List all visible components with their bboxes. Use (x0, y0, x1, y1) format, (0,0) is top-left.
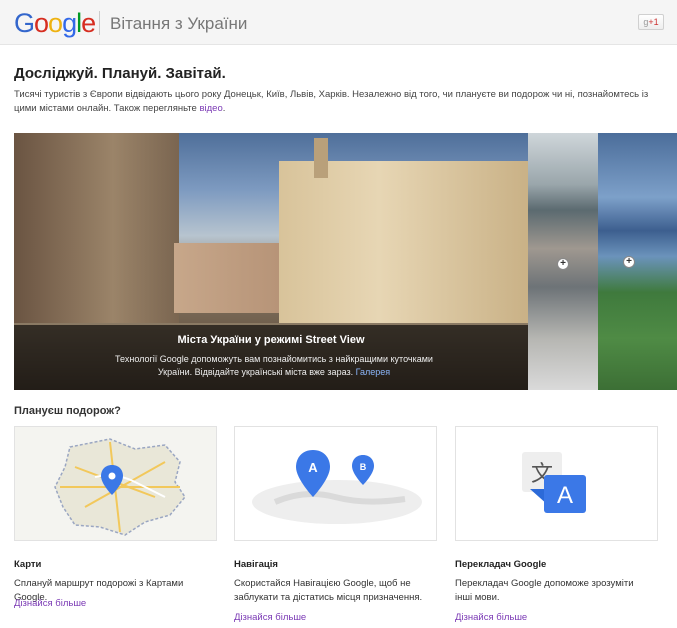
maps-card-image[interactable] (14, 426, 217, 541)
expand-plus-icon[interactable]: + (557, 258, 569, 270)
translate-learn-more-link[interactable]: Дізнайся більше (455, 612, 527, 623)
gallery-link[interactable]: Галерея (356, 367, 391, 377)
translate-card-image[interactable]: 文 A (455, 426, 658, 541)
streetview-thumbnail-stadium-1[interactable]: + (528, 133, 598, 390)
streetview-gallery[interactable]: Міста України у режимі Street View Техно… (14, 133, 677, 390)
google-logo[interactable]: Google (14, 8, 96, 38)
navigation-card-title: Навігація (234, 559, 278, 570)
navigation-card-image[interactable]: A B (234, 426, 437, 541)
streetview-main-image[interactable]: Міста України у режимі Street View Техно… (14, 133, 529, 390)
translate-card-title: Перекладач Google (455, 559, 547, 570)
intro-text: Тисячі туристів з Європи відвідають цьог… (14, 89, 649, 114)
google-plus-one-button[interactable]: g+1 (638, 14, 664, 30)
streetview-caption: Міста України у режимі Street View Техно… (14, 325, 528, 390)
page-title: Вітання з України (110, 14, 248, 33)
header-divider (99, 11, 100, 35)
plan-heading: Плануєш подорож? (14, 405, 121, 417)
navigation-pins-icon: A B (235, 427, 436, 540)
translate-icon: 文 A (456, 427, 657, 540)
maps-learn-more-link[interactable]: Дізнайся більше (14, 598, 86, 609)
city-map-icon (15, 427, 216, 540)
translate-letter: A (557, 482, 573, 509)
translate-card-description: Перекладач Google допоможе зрозуміти інш… (455, 578, 634, 603)
navigation-learn-more-link[interactable]: Дізнайся більше (234, 612, 306, 623)
navigation-card-description: Скористайся Навігацією Google, щоб не за… (234, 578, 423, 603)
pin-a-label: A (308, 460, 318, 475)
header: Google Вітання з України g+1 (0, 0, 677, 45)
expand-plus-icon[interactable]: + (623, 256, 635, 268)
streetview-thumbnail-stadium-2[interactable]: + (598, 133, 677, 390)
streetview-title: Міста України у режимі Street View (177, 334, 365, 346)
headline: Досліджуй. Плануй. Завітай. (14, 65, 226, 82)
streetview-description: Технології Google допоможуть вам познайо… (115, 354, 433, 377)
video-link[interactable]: відео (199, 103, 222, 114)
maps-card-title: Карти (14, 559, 42, 570)
pin-b-label: B (360, 462, 367, 472)
